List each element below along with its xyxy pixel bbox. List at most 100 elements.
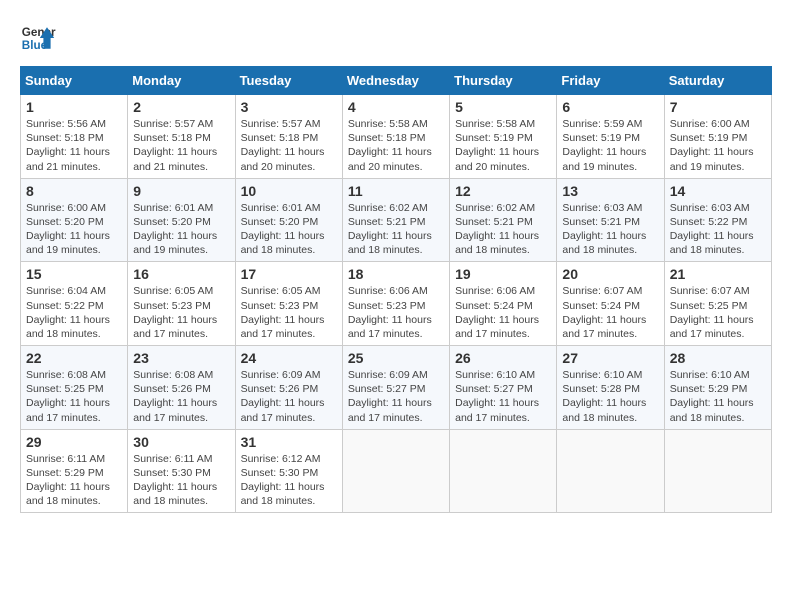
day-number: 1 — [26, 99, 122, 115]
header: General Blue — [20, 20, 772, 56]
day-number: 11 — [348, 183, 444, 199]
day-number: 4 — [348, 99, 444, 115]
calendar-cell: 31 Sunrise: 6:12 AMSunset: 5:30 PMDayligh… — [235, 429, 342, 513]
day-info: Sunrise: 6:11 AMSunset: 5:30 PMDaylight:… — [133, 452, 229, 509]
calendar-cell: 15Sunrise: 6:04 AMSunset: 5:22 PMDayligh… — [21, 262, 128, 346]
column-header-sunday: Sunday — [21, 67, 128, 95]
day-info: Sunrise: 6:01 AMSunset: 5:20 PMDaylight:… — [241, 201, 337, 258]
calendar: SundayMondayTuesdayWednesdayThursdayFrid… — [20, 66, 772, 513]
day-number: 18 — [348, 266, 444, 282]
column-header-saturday: Saturday — [664, 67, 771, 95]
calendar-cell: 21 Sunrise: 6:07 AMSunset: 5:25 PMDayligh… — [664, 262, 771, 346]
day-number: 29 — [26, 434, 122, 450]
calendar-cell: 3 Sunrise: 5:57 AMSunset: 5:18 PMDaylight… — [235, 95, 342, 179]
day-info: Sunrise: 6:07 AMSunset: 5:25 PMDaylight:… — [670, 284, 766, 341]
calendar-cell: 25 Sunrise: 6:09 AMSunset: 5:27 PMDayligh… — [342, 346, 449, 430]
day-info: Sunrise: 6:03 AMSunset: 5:21 PMDaylight:… — [562, 201, 658, 258]
calendar-cell: 9 Sunrise: 6:01 AMSunset: 5:20 PMDaylight… — [128, 178, 235, 262]
day-number: 25 — [348, 350, 444, 366]
day-info: Sunrise: 6:01 AMSunset: 5:20 PMDaylight:… — [133, 201, 229, 258]
day-info: Sunrise: 6:00 AMSunset: 5:20 PMDaylight:… — [26, 201, 122, 258]
calendar-week-row: 1 Sunrise: 5:56 AMSunset: 5:18 PMDaylight… — [21, 95, 772, 179]
calendar-cell: 22 Sunrise: 6:08 AMSunset: 5:25 PMDayligh… — [21, 346, 128, 430]
day-number: 21 — [670, 266, 766, 282]
day-number: 28 — [670, 350, 766, 366]
calendar-header-row: SundayMondayTuesdayWednesdayThursdayFrid… — [21, 67, 772, 95]
calendar-cell: 5Sunrise: 5:58 AMSunset: 5:19 PMDaylight… — [450, 95, 557, 179]
day-info: Sunrise: 6:10 AMSunset: 5:27 PMDaylight:… — [455, 368, 551, 425]
day-number: 30 — [133, 434, 229, 450]
calendar-cell: 2 Sunrise: 5:57 AMSunset: 5:18 PMDaylight… — [128, 95, 235, 179]
day-info: Sunrise: 6:03 AMSunset: 5:22 PMDaylight:… — [670, 201, 766, 258]
day-info: Sunrise: 6:05 AMSunset: 5:23 PMDaylight:… — [133, 284, 229, 341]
calendar-cell: 6 Sunrise: 5:59 AMSunset: 5:19 PMDaylight… — [557, 95, 664, 179]
calendar-cell: 27Sunrise: 6:10 AMSunset: 5:28 PMDayligh… — [557, 346, 664, 430]
day-number: 9 — [133, 183, 229, 199]
day-info: Sunrise: 6:11 AMSunset: 5:29 PMDaylight:… — [26, 452, 122, 509]
day-info: Sunrise: 6:10 AMSunset: 5:29 PMDaylight:… — [670, 368, 766, 425]
day-number: 10 — [241, 183, 337, 199]
calendar-cell: 28 Sunrise: 6:10 AMSunset: 5:29 PMDayligh… — [664, 346, 771, 430]
calendar-week-row: 8Sunrise: 6:00 AMSunset: 5:20 PMDaylight… — [21, 178, 772, 262]
calendar-week-row: 22 Sunrise: 6:08 AMSunset: 5:25 PMDayligh… — [21, 346, 772, 430]
day-info: Sunrise: 5:57 AMSunset: 5:18 PMDaylight:… — [241, 117, 337, 174]
day-number: 2 — [133, 99, 229, 115]
calendar-cell: 14 Sunrise: 6:03 AMSunset: 5:22 PMDayligh… — [664, 178, 771, 262]
calendar-week-row: 15Sunrise: 6:04 AMSunset: 5:22 PMDayligh… — [21, 262, 772, 346]
day-info: Sunrise: 6:09 AMSunset: 5:27 PMDaylight:… — [348, 368, 444, 425]
day-number: 17 — [241, 266, 337, 282]
day-info: Sunrise: 5:56 AMSunset: 5:18 PMDaylight:… — [26, 117, 122, 174]
day-number: 16 — [133, 266, 229, 282]
calendar-cell: 17 Sunrise: 6:05 AMSunset: 5:23 PMDayligh… — [235, 262, 342, 346]
calendar-cell: 24Sunrise: 6:09 AMSunset: 5:26 PMDayligh… — [235, 346, 342, 430]
day-info: Sunrise: 6:00 AMSunset: 5:19 PMDaylight:… — [670, 117, 766, 174]
day-info: Sunrise: 6:08 AMSunset: 5:26 PMDaylight:… — [133, 368, 229, 425]
calendar-cell: 13 Sunrise: 6:03 AMSunset: 5:21 PMDayligh… — [557, 178, 664, 262]
calendar-cell: 20Sunrise: 6:07 AMSunset: 5:24 PMDayligh… — [557, 262, 664, 346]
day-info: Sunrise: 5:59 AMSunset: 5:19 PMDaylight:… — [562, 117, 658, 174]
day-info: Sunrise: 6:06 AMSunset: 5:24 PMDaylight:… — [455, 284, 551, 341]
day-info: Sunrise: 6:02 AMSunset: 5:21 PMDaylight:… — [348, 201, 444, 258]
day-number: 31 — [241, 434, 337, 450]
day-info: Sunrise: 6:08 AMSunset: 5:25 PMDaylight:… — [26, 368, 122, 425]
day-number: 12 — [455, 183, 551, 199]
calendar-cell — [450, 429, 557, 513]
day-number: 26 — [455, 350, 551, 366]
calendar-cell: 11 Sunrise: 6:02 AMSunset: 5:21 PMDayligh… — [342, 178, 449, 262]
day-number: 7 — [670, 99, 766, 115]
calendar-cell: 8Sunrise: 6:00 AMSunset: 5:20 PMDaylight… — [21, 178, 128, 262]
calendar-cell: 19 Sunrise: 6:06 AMSunset: 5:24 PMDayligh… — [450, 262, 557, 346]
day-number: 13 — [562, 183, 658, 199]
day-info: Sunrise: 6:05 AMSunset: 5:23 PMDaylight:… — [241, 284, 337, 341]
day-number: 22 — [26, 350, 122, 366]
day-info: Sunrise: 6:12 AMSunset: 5:30 PMDaylight:… — [241, 452, 337, 509]
calendar-cell: 30 Sunrise: 6:11 AMSunset: 5:30 PMDayligh… — [128, 429, 235, 513]
calendar-week-row: 29 Sunrise: 6:11 AMSunset: 5:29 PMDayligh… — [21, 429, 772, 513]
day-number: 20 — [562, 266, 658, 282]
calendar-cell: 26 Sunrise: 6:10 AMSunset: 5:27 PMDayligh… — [450, 346, 557, 430]
day-info: Sunrise: 5:58 AMSunset: 5:18 PMDaylight:… — [348, 117, 444, 174]
calendar-cell: 10 Sunrise: 6:01 AMSunset: 5:20 PMDayligh… — [235, 178, 342, 262]
calendar-cell: 12 Sunrise: 6:02 AMSunset: 5:21 PMDayligh… — [450, 178, 557, 262]
logo-icon: General Blue — [20, 20, 56, 56]
calendar-cell: 7 Sunrise: 6:00 AMSunset: 5:19 PMDaylight… — [664, 95, 771, 179]
column-header-friday: Friday — [557, 67, 664, 95]
calendar-cell — [664, 429, 771, 513]
day-number: 6 — [562, 99, 658, 115]
day-info: Sunrise: 6:04 AMSunset: 5:22 PMDaylight:… — [26, 284, 122, 341]
column-header-tuesday: Tuesday — [235, 67, 342, 95]
day-number: 27 — [562, 350, 658, 366]
calendar-cell: 29 Sunrise: 6:11 AMSunset: 5:29 PMDayligh… — [21, 429, 128, 513]
day-number: 3 — [241, 99, 337, 115]
day-info: Sunrise: 6:02 AMSunset: 5:21 PMDaylight:… — [455, 201, 551, 258]
calendar-cell: 1 Sunrise: 5:56 AMSunset: 5:18 PMDaylight… — [21, 95, 128, 179]
day-number: 19 — [455, 266, 551, 282]
day-info: Sunrise: 5:57 AMSunset: 5:18 PMDaylight:… — [133, 117, 229, 174]
calendar-cell: 18Sunrise: 6:06 AMSunset: 5:23 PMDayligh… — [342, 262, 449, 346]
logo: General Blue — [20, 20, 56, 56]
day-number: 5 — [455, 99, 551, 115]
calendar-cell — [557, 429, 664, 513]
day-number: 23 — [133, 350, 229, 366]
day-number: 14 — [670, 183, 766, 199]
column-header-thursday: Thursday — [450, 67, 557, 95]
